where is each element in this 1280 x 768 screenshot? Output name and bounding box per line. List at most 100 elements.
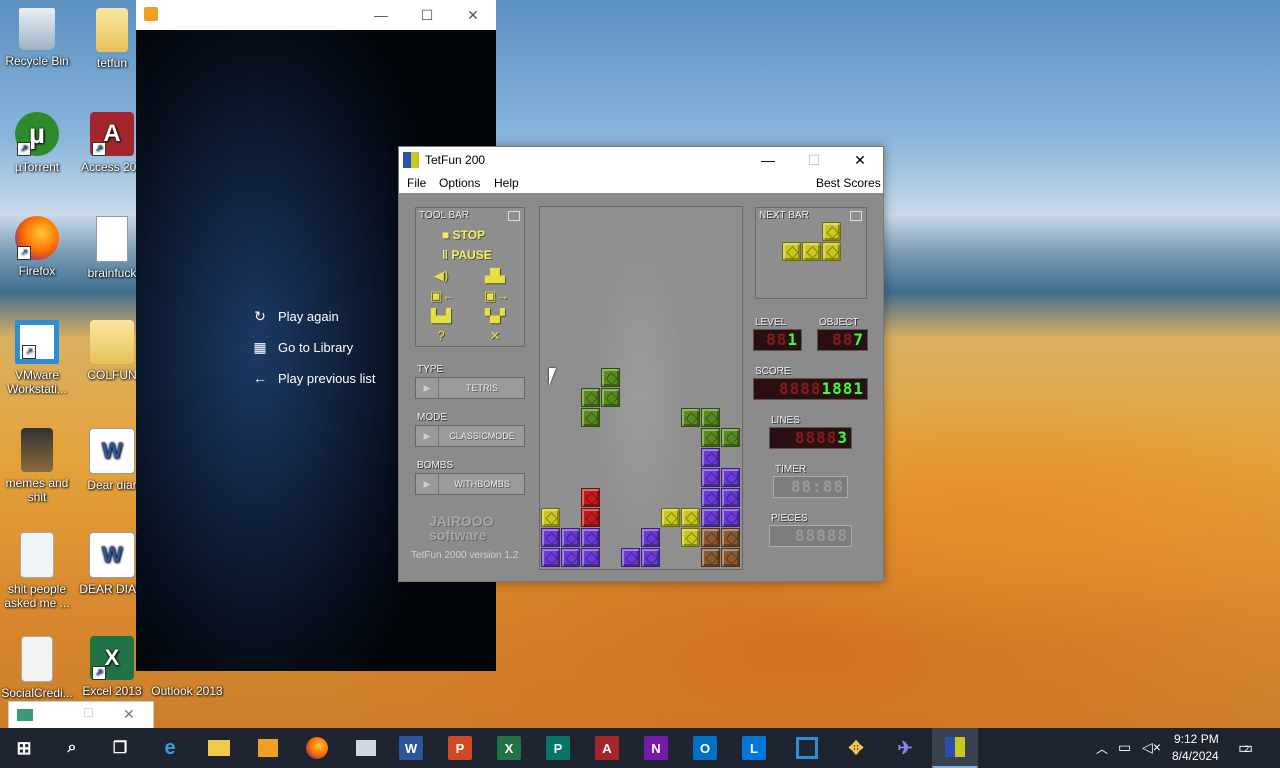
app-icon-yellow[interactable]: ✥ (840, 732, 872, 764)
play-again-item[interactable]: ↻ Play again (252, 308, 339, 324)
task-view-icon[interactable]: ❐ (104, 732, 136, 764)
menu-help[interactable]: Help (494, 176, 519, 190)
desktop-icon-recycle-bin[interactable]: Recycle Bin (0, 8, 74, 68)
clock-time[interactable]: 9:12 PM (1174, 732, 1219, 746)
close-button[interactable]: ✕ (123, 706, 135, 723)
save-icon[interactable]: ▣← (430, 288, 455, 304)
file-icon (21, 636, 53, 682)
next-bar-collapse-button[interactable] (850, 211, 862, 221)
timer-display: 88:88 (773, 476, 848, 498)
next-piece-block (822, 222, 841, 241)
search-icon[interactable]: ⌕ (56, 732, 88, 764)
tetris-block (561, 528, 580, 547)
tetris-block (581, 528, 600, 547)
object-display: 887 (817, 329, 868, 351)
minimize-button[interactable]: ☐ (83, 706, 94, 720)
pause-button[interactable]: ‖ PAUSE (442, 248, 492, 262)
tetfun-taskbar-icon[interactable] (932, 728, 978, 768)
excel-taskbar-icon[interactable]: X (497, 736, 521, 760)
desktop-icon-utorrent[interactable]: µ ↗ µTorrent (0, 112, 74, 174)
publisher-icon[interactable]: P (546, 736, 570, 760)
bombs-selector[interactable]: ▶ WITH BOMBS (415, 473, 525, 495)
settings-icon[interactable]: ▚▞ (484, 308, 506, 324)
jairooo-logo: JAIROOO software (429, 513, 494, 543)
tetris-block (601, 388, 620, 407)
score-display: 88881881 (753, 378, 868, 400)
desktop-icon-memes[interactable]: memes and shit (0, 428, 74, 504)
desktop-icon-vmware[interactable]: ↗ VMware Workstati... (0, 320, 74, 396)
pieces-label: PIECES (771, 513, 808, 524)
sound-icon[interactable]: ◀) (430, 268, 452, 284)
tetfun-titlebar[interactable]: TetFun 200 — ☐ ✕ (399, 147, 883, 173)
blocks-icon[interactable]: ▟▙ (484, 268, 506, 284)
outlook-taskbar-icon[interactable]: O (693, 736, 717, 760)
game-well[interactable] (539, 206, 743, 570)
help-icon[interactable]: ? (430, 328, 452, 344)
volume-muted-icon[interactable]: ◁× (1142, 739, 1161, 756)
menu-options[interactable]: Options (439, 176, 480, 190)
maximize-button[interactable]: ☐ (791, 147, 837, 173)
desktop-icon-shit-people[interactable]: shit people asked me ... (0, 532, 74, 610)
library-icon: ▦ (253, 339, 267, 355)
small-window[interactable]: ☐ ✕ (8, 701, 154, 731)
type-selector[interactable]: ▶ TETRIS (415, 377, 525, 399)
edge-icon[interactable]: e (154, 732, 186, 764)
taskbar: ⊞ ⌕ ❐ e W P X P A N O L ✥ ✈ ︿ ▭ ◁× 9:12 … (0, 728, 1280, 768)
exit-icon[interactable]: ✕ (484, 328, 506, 344)
word-icon[interactable]: W (399, 736, 423, 760)
folder-icon (96, 8, 128, 52)
image-file-icon (21, 428, 53, 472)
app-icon-bird[interactable]: ✈ (889, 732, 921, 764)
start-button[interactable]: ⊞ (8, 732, 40, 764)
load-icon[interactable]: ▣→ (484, 288, 509, 304)
back-arrow-icon: ← (253, 370, 267, 386)
stop-button[interactable]: ■ STOP (442, 228, 485, 242)
chart-icon[interactable]: ▙▟ (430, 308, 452, 324)
maximize-button[interactable]: ☐ (404, 0, 450, 30)
tetris-block (701, 428, 720, 447)
play-previous-list-item[interactable]: ← Play previous list (252, 370, 376, 386)
word-doc-icon: W (89, 532, 135, 578)
version-text: TetFun 2000 version 1.2 (411, 550, 519, 561)
network-icon[interactable]: ▭ (1118, 739, 1131, 756)
desktop-icon-socialcredit[interactable]: SocialCredi... (0, 636, 74, 700)
level-label: LEVEL (755, 317, 787, 328)
lync-icon[interactable]: L (742, 736, 766, 760)
media-player-icon[interactable] (252, 732, 284, 764)
powerpoint-icon[interactable]: P (448, 736, 472, 760)
tetris-block (681, 528, 700, 547)
tetris-block (721, 508, 740, 527)
app-icon (17, 709, 33, 721)
clock-date[interactable]: 8/4/2024 (1172, 749, 1219, 763)
file-icon (20, 532, 54, 578)
timer-label: TIMER (775, 464, 807, 475)
close-button[interactable]: ✕ (450, 0, 496, 30)
desktop-icon-firefox[interactable]: ↗ Firefox (0, 216, 74, 278)
media-player-titlebar[interactable]: — ☐ ✕ (136, 0, 496, 30)
lines-label: LINES (771, 415, 800, 426)
menu-file[interactable]: File (407, 176, 426, 190)
close-button[interactable]: ✕ (837, 147, 883, 173)
tetris-block (701, 548, 720, 567)
object-label: OBJECT (819, 317, 859, 328)
tool-bar-collapse-button[interactable] (508, 211, 520, 221)
minimize-button[interactable]: — (358, 0, 404, 30)
level-display: 881 (753, 329, 802, 351)
firefox-taskbar-icon[interactable] (301, 732, 333, 764)
go-to-library-item[interactable]: ▦ Go to Library (252, 339, 353, 355)
minimize-button[interactable]: — (745, 147, 791, 173)
tetris-block (601, 368, 620, 387)
bombs-label: BOMBS (417, 460, 454, 471)
notification-count: 2 (1244, 744, 1250, 754)
file-explorer-icon[interactable] (203, 732, 235, 764)
menu-best-scores[interactable]: Best Scores (816, 176, 881, 190)
tetris-block (541, 528, 560, 547)
notifications-icon[interactable]: ▭2 (1238, 738, 1258, 758)
vmware-taskbar-icon[interactable] (791, 732, 823, 764)
show-hidden-icons-icon[interactable]: ︿ (1096, 740, 1108, 757)
snipping-tool-icon[interactable] (350, 732, 382, 764)
mode-selector[interactable]: ▶ CLASSIC MODE (415, 425, 525, 447)
access-taskbar-icon[interactable]: A (595, 736, 619, 760)
tetfun-window[interactable]: TetFun 200 — ☐ ✕ File Options Help Best … (398, 146, 884, 582)
onenote-icon[interactable]: N (644, 736, 668, 760)
